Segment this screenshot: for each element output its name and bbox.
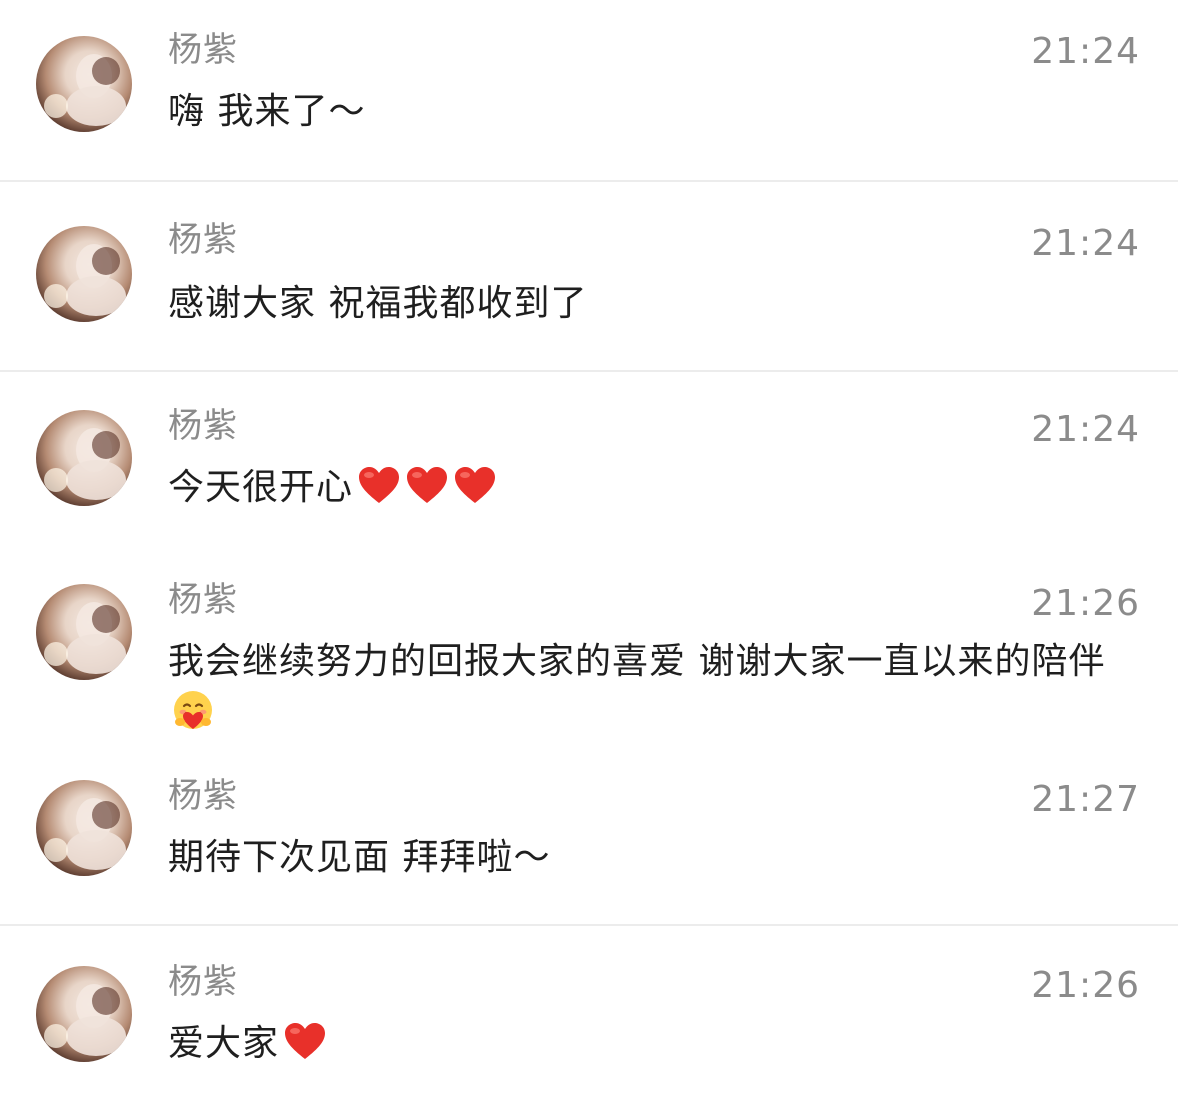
message-time: 21:27	[1031, 779, 1140, 820]
avatar[interactable]	[36, 584, 132, 680]
message-item[interactable]: 杨紫 21:24 感谢大家 祝福我都收到了	[0, 182, 1178, 370]
red-heart-icon	[453, 465, 497, 520]
message-time: 21:26	[1031, 583, 1140, 624]
message-text: 嗨 我来了～	[168, 86, 1138, 138]
red-heart-icon	[357, 465, 401, 520]
avatar[interactable]	[36, 780, 132, 876]
chat-message-list[interactable]: 杨紫 21:24 嗨 我来了～ 杨紫 21:24 感谢大家 祝福我都收到了 杨紫…	[0, 0, 1178, 1110]
hugging-face-icon	[172, 689, 214, 746]
message-text: 爱大家	[168, 1018, 1138, 1076]
message-item[interactable]: 杨紫 21:26 我会继续努力的回报大家的喜爱 谢谢大家一直以来的陪伴	[0, 552, 1178, 752]
message-text-content: 今天很开心	[168, 467, 354, 508]
message-text-content: 期待下次见面 拜拜啦～	[168, 837, 551, 878]
message-text-content: 我会继续努力的回报大家的喜爱 谢谢大家一直以来的陪伴	[168, 641, 1106, 682]
message-text: 今天很开心	[168, 462, 1138, 520]
sender-name: 杨紫	[168, 580, 238, 620]
message-text-content: 感谢大家 祝福我都收到了	[168, 283, 588, 324]
sender-name: 杨紫	[168, 30, 238, 70]
message-item[interactable]: 杨紫 21:26 爱大家	[0, 926, 1178, 1110]
red-heart-icon	[283, 1021, 327, 1076]
avatar[interactable]	[36, 410, 132, 506]
message-item[interactable]: 杨紫 21:24 今天很开心	[0, 372, 1178, 552]
message-time: 21:24	[1031, 223, 1140, 264]
message-text-content: 爱大家	[168, 1023, 280, 1064]
sender-name: 杨紫	[168, 962, 238, 1002]
message-text: 感谢大家 祝福我都收到了	[168, 278, 1138, 330]
message-item[interactable]: 杨紫 21:24 嗨 我来了～	[0, 0, 1178, 180]
message-time: 21:24	[1031, 31, 1140, 72]
message-time: 21:24	[1031, 409, 1140, 450]
message-text-content: 嗨 我来了～	[168, 91, 366, 132]
sender-name: 杨紫	[168, 220, 238, 260]
message-time: 21:26	[1031, 965, 1140, 1006]
red-heart-icon	[405, 465, 449, 520]
avatar[interactable]	[36, 226, 132, 322]
message-text: 期待下次见面 拜拜啦～	[168, 832, 1138, 884]
sender-name: 杨紫	[168, 776, 238, 816]
sender-name: 杨紫	[168, 406, 238, 446]
avatar[interactable]	[36, 966, 132, 1062]
message-text: 我会继续努力的回报大家的喜爱 谢谢大家一直以来的陪伴	[168, 636, 1138, 746]
avatar[interactable]	[36, 36, 132, 132]
message-item[interactable]: 杨紫 21:27 期待下次见面 拜拜啦～	[0, 752, 1178, 924]
